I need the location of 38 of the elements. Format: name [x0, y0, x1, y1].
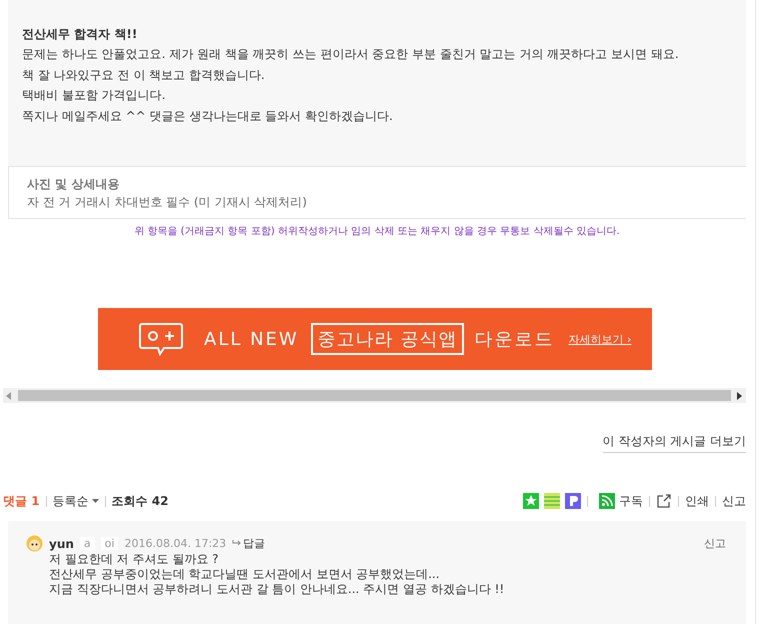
banner-app-name: 중고나라 공식앱 — [310, 323, 464, 355]
more-posts-link[interactable]: 이 작성자의 게시글 더보기 — [602, 433, 746, 453]
post-heading: 전산세무 합격자 책!! — [22, 26, 138, 43]
banner-text: ALL NEW — [204, 328, 299, 350]
rss-icon[interactable] — [599, 493, 615, 509]
author-name-part: oi — [100, 537, 118, 550]
details-title: 사진 및 상세내용 — [27, 176, 120, 193]
print-link[interactable]: 인쇄 — [685, 492, 709, 510]
details-text: 자 전 거 거래시 차대번호 필수 (미 기재시 삭제처리) — [27, 194, 308, 211]
post-text: 책 잘 나와있구요 전 이 책보고 합격했습니다. — [22, 66, 266, 84]
comment-date: 2016.08.04. 17:23 — [124, 537, 226, 550]
warning-notice: 위 항목을 (거래금지 항목 포함) 허위작성하거나 임의 삭제 또는 채우지 않을 경우 무통보 삭제될수 있습니다. — [133, 225, 621, 238]
reply-link[interactable]: 답글 — [232, 536, 266, 551]
avatar-icon — [26, 535, 43, 552]
comment-text: 지금 직장다니면서 공부하려니 도서관 갈 틈이 안나네요... 주시면 열공 하겠습니다 !! — [49, 582, 506, 597]
view-count: 조회수 42 — [112, 492, 168, 510]
caret-icon — [92, 499, 99, 504]
scroll-left-icon[interactable] — [6, 392, 12, 400]
post-text: 택배비 불포함 가격입니다. — [22, 87, 166, 104]
scroll-right-icon[interactable] — [737, 392, 743, 400]
comment-report-link[interactable]: 신고 — [704, 536, 726, 551]
bookmark-icon[interactable] — [565, 493, 581, 509]
comment-text: 저 필요한데 저 주셔도 될까요 ? — [49, 552, 220, 567]
author-name-part: a — [80, 537, 95, 550]
report-link[interactable]: 신고 — [722, 492, 746, 510]
sort-dropdown[interactable]: 등록순 — [52, 492, 99, 510]
comment-text: 전산세무 공부중이었는데 학교다닐땐 도서관에서 보면서 공부했었는데... — [49, 567, 441, 582]
banner-text: 다운로드 — [474, 328, 554, 351]
post-text: 문제는 하나도 안풀었고요. 제가 원래 책을 깨끗히 쓰는 편이라서 중요한 부분 줄친거 말고는 거의 깨끗하다고 보시면 돼요. — [22, 46, 680, 64]
subscribe-link[interactable]: 구독 — [619, 492, 643, 510]
star-icon[interactable] — [523, 493, 539, 509]
reply-arrow-icon — [232, 540, 242, 547]
post-text: 쪽지나 메일주세요 ^^ 댓글은 생각나는대로 들와서 확인하겠습니다. — [22, 108, 394, 125]
comment-count: 댓글 1 — [3, 492, 40, 510]
chat-plus-icon — [138, 322, 184, 356]
share-icon[interactable] — [656, 493, 672, 509]
comment-author[interactable]: yun — [49, 536, 74, 550]
memo-icon[interactable] — [544, 493, 560, 509]
